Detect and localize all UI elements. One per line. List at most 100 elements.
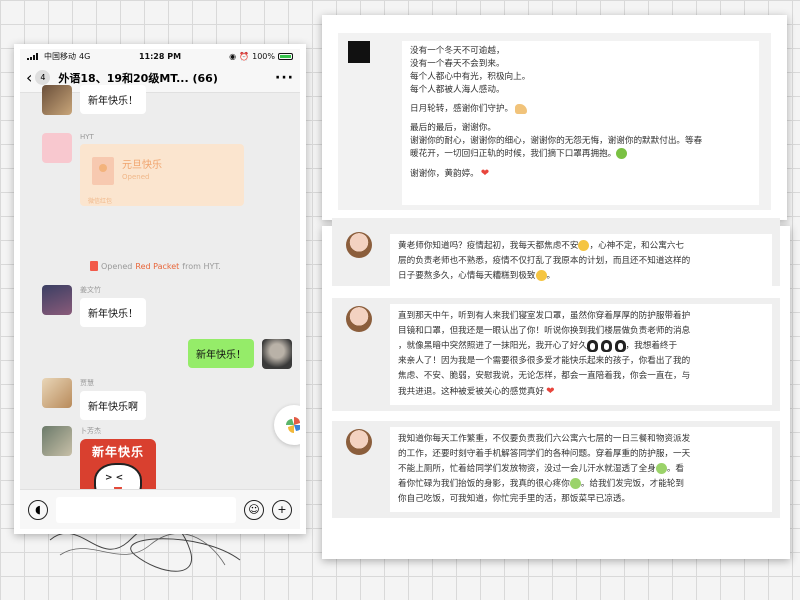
red-envelope-icon xyxy=(90,261,98,271)
text-line: 直到那天中午，听到有人来我们寝室发口罩，虽然你穿着厚厚的防护服带着护 xyxy=(398,311,691,321)
sad-emoji-icon xyxy=(535,270,547,281)
story-card: 黄老师你知道吗？疫情起初，我每天都焦虑不安 ，心神不定，和公寓六七 层的负责老师也… xyxy=(322,218,790,559)
red-packet-status: Opened xyxy=(122,173,150,181)
hug-emoji-icon xyxy=(616,148,628,159)
chat-message-self: 新年快乐！ xyxy=(188,339,292,369)
avatar[interactable] xyxy=(42,133,72,163)
voice-icon[interactable]: ◖ xyxy=(28,499,48,520)
sticker-text: 新年快乐 xyxy=(91,445,144,459)
child-avatar xyxy=(346,232,372,258)
text-line: 你自己吃饭，可我知道，你忙完手里的活，那饭菜早已凉透。 xyxy=(398,494,631,504)
text-span: 不能上厕所，忙着给同学们发放物资，没过一会儿汗水就湿透了全身 xyxy=(398,464,656,474)
text-span: 。看 xyxy=(666,464,685,474)
battery-icon xyxy=(278,52,293,60)
message-container: 没有一个冬天不可逾越， 没有一个春天不会到来。 每个人都心中有光，积极向上。 每… xyxy=(338,33,771,210)
text-line: 来亲人了！因为我是一个需要很多很多爱才能快乐起来的孩子，你看出了我的 xyxy=(398,356,691,366)
avatar[interactable] xyxy=(42,378,72,408)
text-line: 焦虑、不安、脆弱，安慰我说，无论怎样，都会一直陪着我，你会一直在，与 xyxy=(398,371,691,381)
chat-area[interactable]: 新年快乐！ HYT 元旦快乐 Opened 微信红包 Opened Red Pa… xyxy=(20,85,300,505)
clock: 11:28 PM xyxy=(138,51,182,61)
chat-title: 外语18、19和20级MT... (66) xyxy=(58,70,275,86)
text-line: 没有一个冬天不可逾越， xyxy=(410,46,505,56)
red-packet-card[interactable]: 元旦快乐 Opened 微信红包 xyxy=(80,144,244,206)
story-text: 直到那天中午，听到有人来我们寝室发口罩，虽然你穿着厚厚的防护服带着护 目镜和口罩… xyxy=(390,304,772,405)
unread-badge[interactable]: 4 xyxy=(35,70,51,85)
text-span: 我共进退。这种被爱被关心的感觉真好 xyxy=(398,387,545,397)
text-span: ，就像黑暗中突然照进了一抹阳光，我开心了好久 xyxy=(398,341,588,351)
red-packet-footer: 微信红包 xyxy=(88,198,113,205)
phone-screenshot: 中国移动 4G 11:28 PM ◉ ⏰ 100% ‹ 4 外语18、19和20… xyxy=(14,44,306,534)
sweat-emoji-icon xyxy=(655,463,667,474)
text-line: 谢谢你的耐心，谢谢你的细心，谢谢你的无怨无悔，谢谢你的默默付出。等春 xyxy=(410,136,703,146)
sender-name: 姜文竹 xyxy=(80,286,101,294)
text-span: ，心神不定，和公寓六七 xyxy=(589,241,685,251)
text-line: 每个人都被人海人感动。 xyxy=(410,85,505,95)
text-span: 着你忙碌为我们抬饭的身影，我真的很心疼你 xyxy=(398,479,570,489)
penguin-icon xyxy=(600,339,612,352)
text-span: 谢谢你，黄韵婷。 xyxy=(410,169,479,179)
thank-you-text: 没有一个冬天不可逾越， 没有一个春天不会到来。 每个人都心中有光，积极向上。 每… xyxy=(402,41,759,205)
emoji-icon[interactable]: ☺ xyxy=(244,499,264,520)
chat-message: 新年快乐！ xyxy=(42,85,146,115)
chat-message: 贾慧 新年快乐啊 xyxy=(42,378,146,420)
text-line: 的工作，还要时刻守着手机解答同学们的各种问题。穿着厚重的防护服，一天 xyxy=(398,449,691,459)
message-bubble[interactable]: 新年快乐！ xyxy=(188,339,254,368)
child-avatar xyxy=(346,429,372,455)
text-line: 每个人都心中有光，积极向上。 xyxy=(410,72,531,82)
text-line: 暖花开，一切回归正轨的时候，我们摘下口罩再拥抱。 xyxy=(410,148,751,161)
avatar[interactable] xyxy=(262,339,292,369)
heart-icon: ❤ xyxy=(546,386,555,397)
system-message: Opened Red Packet from HYT. xyxy=(90,261,221,271)
sender-name: HYT xyxy=(80,133,94,141)
back-chevron-icon[interactable]: ‹ xyxy=(26,69,32,86)
more-icon[interactable]: ··· xyxy=(275,70,294,86)
text-line: 目镜和口罩，但我还是一眼认出了你！听说你换到我们楼层做负责老师的消息 xyxy=(398,326,691,336)
penguin-icon xyxy=(614,339,626,352)
text-line: 谢谢你，黄韵婷。 ❤ xyxy=(410,167,751,181)
status-bar: 中国移动 4G 11:28 PM ◉ ⏰ 100% xyxy=(20,49,300,63)
sender-name: 卜芳杰 xyxy=(80,427,101,435)
story-text: 黄老师你知道吗？疫情起初，我每天都焦虑不安 ，心神不定，和公寓六七 层的负责老师也… xyxy=(390,234,772,289)
text-span: 日月轮转，感谢你们守护。 xyxy=(410,104,514,114)
flexed-arm-icon xyxy=(515,103,528,114)
sender-name: 贾慧 xyxy=(80,379,94,387)
story-message: 我知道你每天工作繁重，不仅要负责我们六公寓六七层的一日三餐和物资派发 的工作，还… xyxy=(332,421,780,518)
worried-emoji-icon xyxy=(578,240,590,251)
message-bubble[interactable]: 新年快乐啊 xyxy=(80,391,146,420)
input-bar: ◖ ☺ + xyxy=(20,489,300,529)
add-icon[interactable]: + xyxy=(272,499,292,520)
message-bubble[interactable]: 新年快乐！ xyxy=(80,85,146,114)
system-prefix: Opened xyxy=(101,261,133,271)
story-text: 我知道你每天工作繁重，不仅要负责我们六公寓六七层的一日三餐和物资派发 的工作，还… xyxy=(390,427,772,512)
chat-message: 姜文竹 新年快乐！ xyxy=(42,285,146,327)
avatar[interactable] xyxy=(42,426,72,456)
group-name: 外语18、19和20级MT... xyxy=(58,71,189,85)
message-input[interactable] xyxy=(56,496,236,523)
thank-you-card: 没有一个冬天不可逾越， 没有一个春天不会到来。 每个人都心中有光，积极向上。 每… xyxy=(322,15,787,220)
crying-emoji-icon xyxy=(569,478,581,489)
wechat-screen: 中国移动 4G 11:28 PM ◉ ⏰ 100% ‹ 4 外语18、19和20… xyxy=(20,49,300,529)
text-span: 黄老师你知道吗？疫情起初，我每天都焦虑不安 xyxy=(398,241,579,251)
text-line: 最后的最后，谢谢你。 xyxy=(410,123,496,133)
penguin-icon xyxy=(587,339,599,352)
heart-icon: ❤ xyxy=(480,168,490,179)
text-span: 。 xyxy=(546,271,556,281)
text-span: ，我想着终于 xyxy=(625,341,678,351)
member-count: (66) xyxy=(192,71,218,85)
chat-message: HYT 元旦快乐 Opened 微信红包 xyxy=(42,133,244,206)
red-packet-icon xyxy=(92,157,114,185)
red-packet-link[interactable]: Red Packet xyxy=(135,262,179,271)
sender-avatar xyxy=(348,41,370,63)
child-avatar xyxy=(346,306,372,332)
text-span: 暖花开，一切回归正轨的时候，我们摘下口罩再拥抱。 xyxy=(410,149,617,159)
text-span: 日子要熬多久，心情每天糟糕到极致 xyxy=(398,271,536,281)
message-bubble[interactable]: 新年快乐！ xyxy=(80,298,146,327)
system-suffix: from HYT. xyxy=(182,261,221,271)
text-line: 日月轮转，感谢你们守护。 xyxy=(410,103,751,116)
avatar[interactable] xyxy=(42,85,72,115)
pinwheel-icon xyxy=(286,417,300,433)
text-line: 层的负责老师也不熟悉，疫情不仅打乱了我原本的计划，而且还不知道这样的 xyxy=(398,256,691,266)
avatar[interactable] xyxy=(42,285,72,315)
text-line: 我知道你每天工作繁重，不仅要负责我们六公寓六七层的一日三餐和物资派发 xyxy=(398,434,691,444)
text-span: 。给我们发完饭，才能轮到 xyxy=(580,479,685,489)
